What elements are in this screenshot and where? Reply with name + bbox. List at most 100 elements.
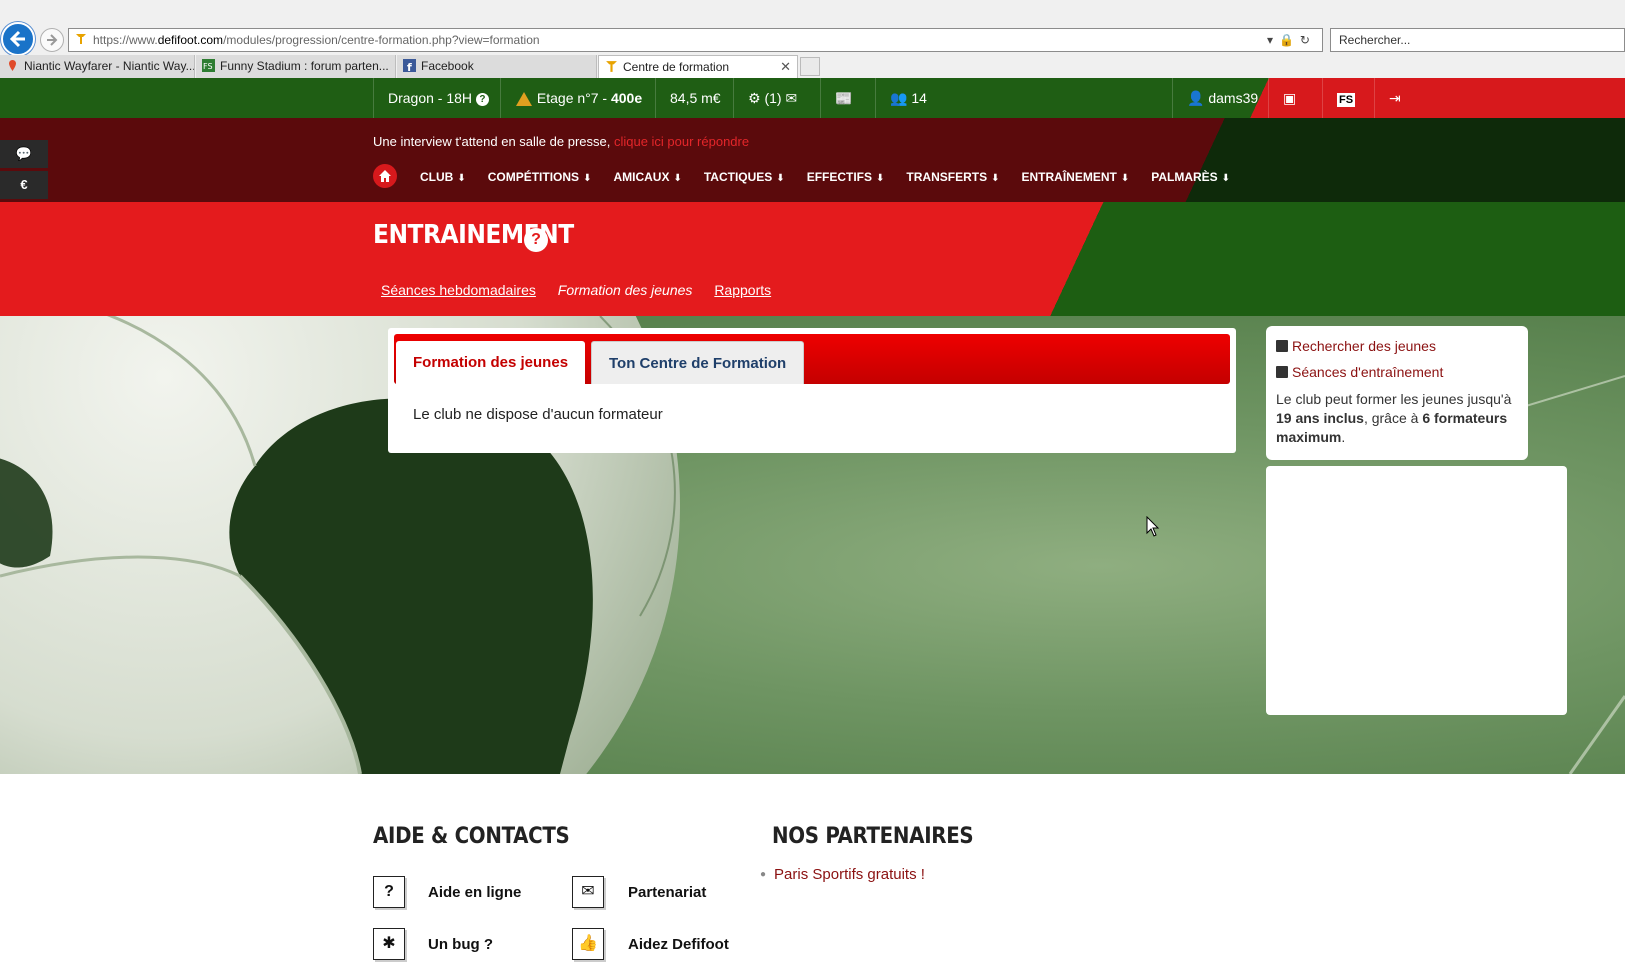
search-input[interactable]: Rechercher... [1330,28,1625,52]
address-bar[interactable]: https://www.defifoot.com/modules/progres… [68,28,1323,52]
panel-tab-bar: Formation des jeunes Ton Centre de Forma… [394,334,1230,384]
partnership-link[interactable]: Partenariat [628,884,706,901]
tab-niantic[interactable]: Niantic Wayfarer - Niantic Way... [0,55,195,78]
link-label: Séances d'entraînement [1292,364,1444,380]
nav-competitions[interactable]: COMPÉTITIONS ⬇ [488,170,592,184]
arrow-down-icon: ⬇ [457,173,466,184]
arrow-down-icon: ⬇ [876,173,885,184]
fs-button[interactable]: FS [1322,78,1369,118]
svg-text:f: f [407,61,412,72]
newspaper-button[interactable]: 📰 [820,78,866,118]
formation-panel: Formation des jeunes Ton Centre de Forma… [388,328,1236,453]
title-band: ENTRAINEMENT ? Séances hebdomadaires For… [0,202,1625,316]
user-icon: 👤 [1187,90,1205,106]
partner-item[interactable]: ● Paris Sportifs gratuits ! [760,866,925,883]
chat-button[interactable]: 💬 [0,140,48,168]
chat-icon: 💬 [15,146,33,161]
training-sessions-link[interactable]: Séances d'entraînement [1276,364,1518,380]
subnav-seances[interactable]: Séances hebdomadaires [381,282,536,298]
empty-message: Le club ne dispose d'aucun formateur [413,406,663,423]
tab-centre-formation[interactable]: Centre de formation ✕ [598,55,798,78]
link-label: Rechercher des jeunes [1292,338,1436,354]
help-online-link[interactable]: Aide en ligne [428,884,521,901]
subnav-rapports[interactable]: Rapports [714,282,771,298]
nav-amicaux[interactable]: AMICAUX ⬇ [613,170,681,184]
arrow-down-icon: ⬇ [991,173,1000,184]
partner-link: Paris Sportifs gratuits ! [774,866,925,883]
nav-label: AMICAUX [613,170,670,184]
tab-formation-jeunes[interactable]: Formation des jeunes [396,341,586,384]
bug-icon[interactable]: ✱ [373,928,405,960]
url-domain: defifoot.com [157,33,224,47]
newspaper-icon: 📰 [835,90,853,106]
browser-chrome: https://www.defifoot.com/modules/progres… [0,0,1625,78]
home-button[interactable] [373,164,397,188]
close-tab-icon[interactable]: ✕ [780,56,791,78]
logout-button[interactable]: ⇥ [1374,78,1415,118]
tab-facebook[interactable]: f Facebook [397,55,597,78]
shop-button[interactable]: € [0,171,48,199]
info-text: . [1341,429,1346,445]
card-button[interactable]: ▣ [1268,78,1310,118]
url-prefix: https://www. [93,33,158,47]
username: dams39 [1208,90,1259,106]
tab-funny-stadium[interactable]: FS Funny Stadium : forum parten... [196,55,396,78]
nav-label: TRANSFERTS [906,170,988,184]
back-button[interactable] [1,22,35,56]
team-name: Dragon - 18H [388,90,473,106]
nav-palmares[interactable]: PALMARÈS ⬇ [1151,170,1230,184]
floor-label: Etage n°7 - [536,90,611,106]
youth-capacity-info: Le club peut former les jeunes jusqu'à 1… [1276,390,1518,447]
main-navigation: Une interview t'attend en salle de press… [0,118,1625,202]
url-path: /modules/progression/centre-formation.ph… [223,33,540,47]
nav-effectifs[interactable]: EFFECTIFS ⬇ [807,170,885,184]
thumbs-up-icon[interactable]: 👍 [572,928,604,960]
envelope-icon[interactable]: ✉ [785,90,797,106]
pin-icon [9,60,16,71]
settings-count: (1) [764,90,782,106]
search-youth-link[interactable]: Rechercher des jeunes [1276,338,1518,354]
arrow-down-icon: ⬇ [776,173,785,184]
info-sidebox: Rechercher des jeunes Séances d'entraîne… [1266,326,1528,460]
budget: 84,5 m€ [655,78,735,118]
notifications[interactable]: ⚙ (1) ✉ [733,78,811,118]
lock-refresh-icon[interactable]: ▾🔒↻ [1267,29,1316,51]
envelope-icon[interactable]: ✉ [572,876,604,908]
help-icon[interactable]: ? [524,228,548,252]
nav-transferts[interactable]: TRANSFERTS ⬇ [906,170,999,184]
nav-label: ENTRAÎNEMENT [1021,170,1117,184]
report-bug-link[interactable]: Un bug ? [428,936,493,953]
nav-tactiques[interactable]: TACTIQUES ⬇ [704,170,785,184]
arrow-down-icon: ⬇ [1120,173,1130,184]
nav-label: EFFECTIFS [806,170,873,184]
tab-label: Niantic Wayfarer - Niantic Way... [24,59,195,73]
arrow-down-icon: ⬇ [583,173,592,184]
nav-club[interactable]: CLUB ⬇ [420,170,466,184]
new-tab-button[interactable] [800,57,820,76]
press-interview-notice: Une interview t'attend en salle de press… [373,134,749,149]
tab-centre-formation-panel[interactable]: Ton Centre de Formation [591,341,805,384]
players-button[interactable]: 👥 14 [875,78,941,118]
info-text: , grâce à [1363,410,1423,426]
forward-button[interactable] [40,28,64,52]
ad-placeholder [1266,466,1567,715]
svg-text:FS: FS [203,62,213,71]
pyramid-icon [516,92,532,107]
question-icon[interactable]: ? [373,876,405,908]
top-status-bar: Dragon - 18H ? Etage n°7 - 400e 84,5 m€ … [0,78,1625,118]
partners-heading: NOS PARTENAIRES [772,824,974,849]
floor-info[interactable]: Etage n°7 - 400e [500,78,656,118]
support-defifoot-link[interactable]: Aidez Defifoot [628,936,729,953]
bullet-icon: ● [760,869,767,880]
arrow-right-icon [47,34,58,46]
subnav-formation[interactable]: Formation des jeunes [558,282,693,298]
team-info[interactable]: Dragon - 18H ? [373,78,503,118]
max-age: 19 ans inclus [1276,410,1364,426]
external-link-icon [1276,340,1288,352]
floor-rank: 400e [610,90,643,106]
user-button[interactable]: 👤 dams39 [1172,78,1272,118]
nav-entrainement[interactable]: ENTRAÎNEMENT ⬇ [1021,170,1129,184]
question-icon[interactable]: ? [475,92,489,106]
interview-text: Une interview t'attend en salle de press… [373,134,614,149]
interview-link[interactable]: clique ici pour répondre [614,134,749,149]
